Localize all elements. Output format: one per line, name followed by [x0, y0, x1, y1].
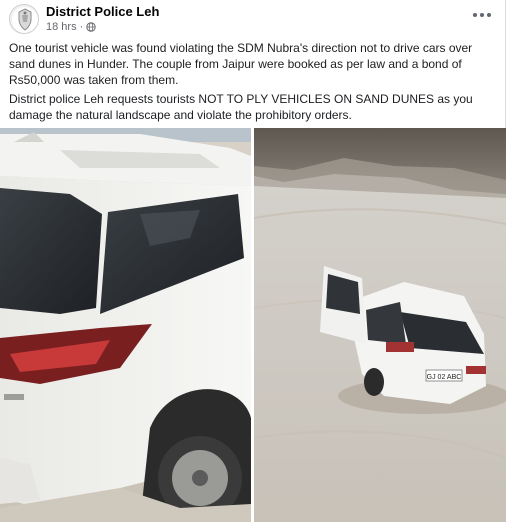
post-time[interactable]: 18 hrs [46, 21, 77, 33]
post-meta: 18 hrs · [46, 21, 96, 33]
suv-on-dune-photo: GJ 02 ABC [254, 128, 506, 522]
photo-right[interactable]: GJ 02 ABC [254, 128, 506, 522]
globe-icon [86, 22, 96, 32]
post-text-paragraph-2: District police Leh requests tourists NO… [9, 92, 473, 122]
police-emblem-icon [12, 7, 38, 33]
license-plate: GJ 02 ABC [427, 374, 462, 381]
more-options-icon[interactable] [470, 8, 494, 22]
page-avatar[interactable] [9, 4, 39, 34]
photo-left[interactable] [0, 128, 251, 522]
facebook-post: District Police Leh 18 hrs · One tourist… [0, 0, 506, 522]
post-text-paragraph-1: One tourist vehicle was found violating … [9, 41, 473, 87]
suv-rear-photo [0, 128, 251, 522]
author-name[interactable]: District Police Leh [46, 4, 159, 19]
